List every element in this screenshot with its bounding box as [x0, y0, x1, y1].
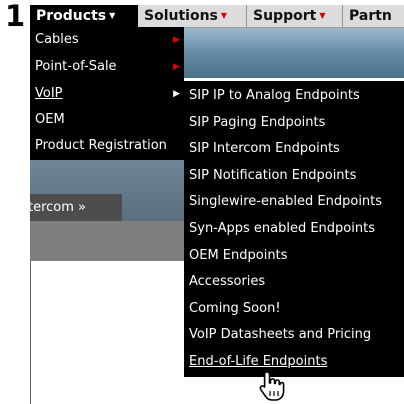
menu-item-label: Point-of-Sale [35, 59, 117, 74]
submenu-item-oem-endpoints[interactable]: OEM Endpoints [184, 243, 404, 270]
submenu-item-sip-paging[interactable]: SIP Paging Endpoints [184, 110, 404, 137]
submenu-arrow-icon: ▶ [173, 62, 180, 72]
menu-item-oem[interactable]: OEM [30, 107, 184, 133]
menu-item-product-registration[interactable]: Product Registration [30, 133, 184, 159]
nav-support-label: Support [253, 8, 317, 24]
nav-products[interactable]: Products ▼ [30, 5, 138, 27]
submenu-arrow-icon: ▶ [173, 35, 180, 45]
submenu-item-end-of-life[interactable]: End-of-Life Endpoints [184, 349, 404, 376]
nav-partners-label: Partn [349, 8, 392, 24]
submenu-item-datasheets-pricing[interactable]: VoIP Datasheets and Pricing [184, 322, 404, 349]
menu-item-point-of-sale[interactable]: Point-of-Sale ▶ [30, 54, 184, 80]
menu-item-label: VoIP [35, 86, 63, 101]
submenu-item-sip-notification[interactable]: SIP Notification Endpoints [184, 163, 404, 190]
dropdown-arrow-icon: ▼ [220, 11, 228, 20]
submenu-item-coming-soon[interactable]: Coming Soon! [184, 296, 404, 323]
submenu-item-sip-intercom[interactable]: SIP Intercom Endpoints [184, 136, 404, 163]
menu-item-label: Product Registration [35, 138, 167, 153]
menu-item-cables[interactable]: Cables ▶ [30, 27, 184, 53]
dropdown-arrow-icon: ▼ [319, 11, 326, 20]
dropdown-arrow-icon: ▼ [109, 11, 116, 20]
menu-item-label: Cables [35, 32, 79, 47]
nav-products-label: Products [36, 8, 107, 24]
grey-band-left [30, 221, 188, 261]
submenu-item-syn-apps[interactable]: Syn-Apps enabled Endpoints [184, 216, 404, 243]
voip-submenu: SIP IP to Analog Endpoints SIP Paging En… [184, 81, 404, 377]
menu-item-label: OEM [35, 112, 65, 127]
content-divider [30, 261, 31, 404]
nav-partners[interactable]: Partn [343, 5, 404, 27]
top-nav-bar: Products ▼ Solutions ▼ Support ▼ Partn [30, 5, 404, 28]
nav-support[interactable]: Support ▼ [247, 5, 343, 27]
nav-solutions[interactable]: Solutions ▼ [138, 5, 247, 27]
submenu-item-accessories[interactable]: Accessories [184, 269, 404, 296]
menu-item-voip[interactable]: VoIP ▶ [30, 81, 184, 107]
submenu-arrow-icon: ▶ [173, 89, 180, 99]
hand-pointer-icon [259, 371, 285, 401]
step-number: 1 [5, 0, 26, 33]
submenu-item-singlewire[interactable]: Singlewire-enabled Endpoints [184, 189, 404, 216]
products-dropdown-menu: Cables ▶ Point-of-Sale ▶ VoIP ▶ OEM Prod… [30, 27, 184, 160]
submenu-item-sip-ip-to-analog[interactable]: SIP IP to Analog Endpoints [184, 83, 404, 110]
intercom-link[interactable]: tercom » [30, 194, 122, 221]
nav-solutions-label: Solutions [144, 8, 218, 24]
